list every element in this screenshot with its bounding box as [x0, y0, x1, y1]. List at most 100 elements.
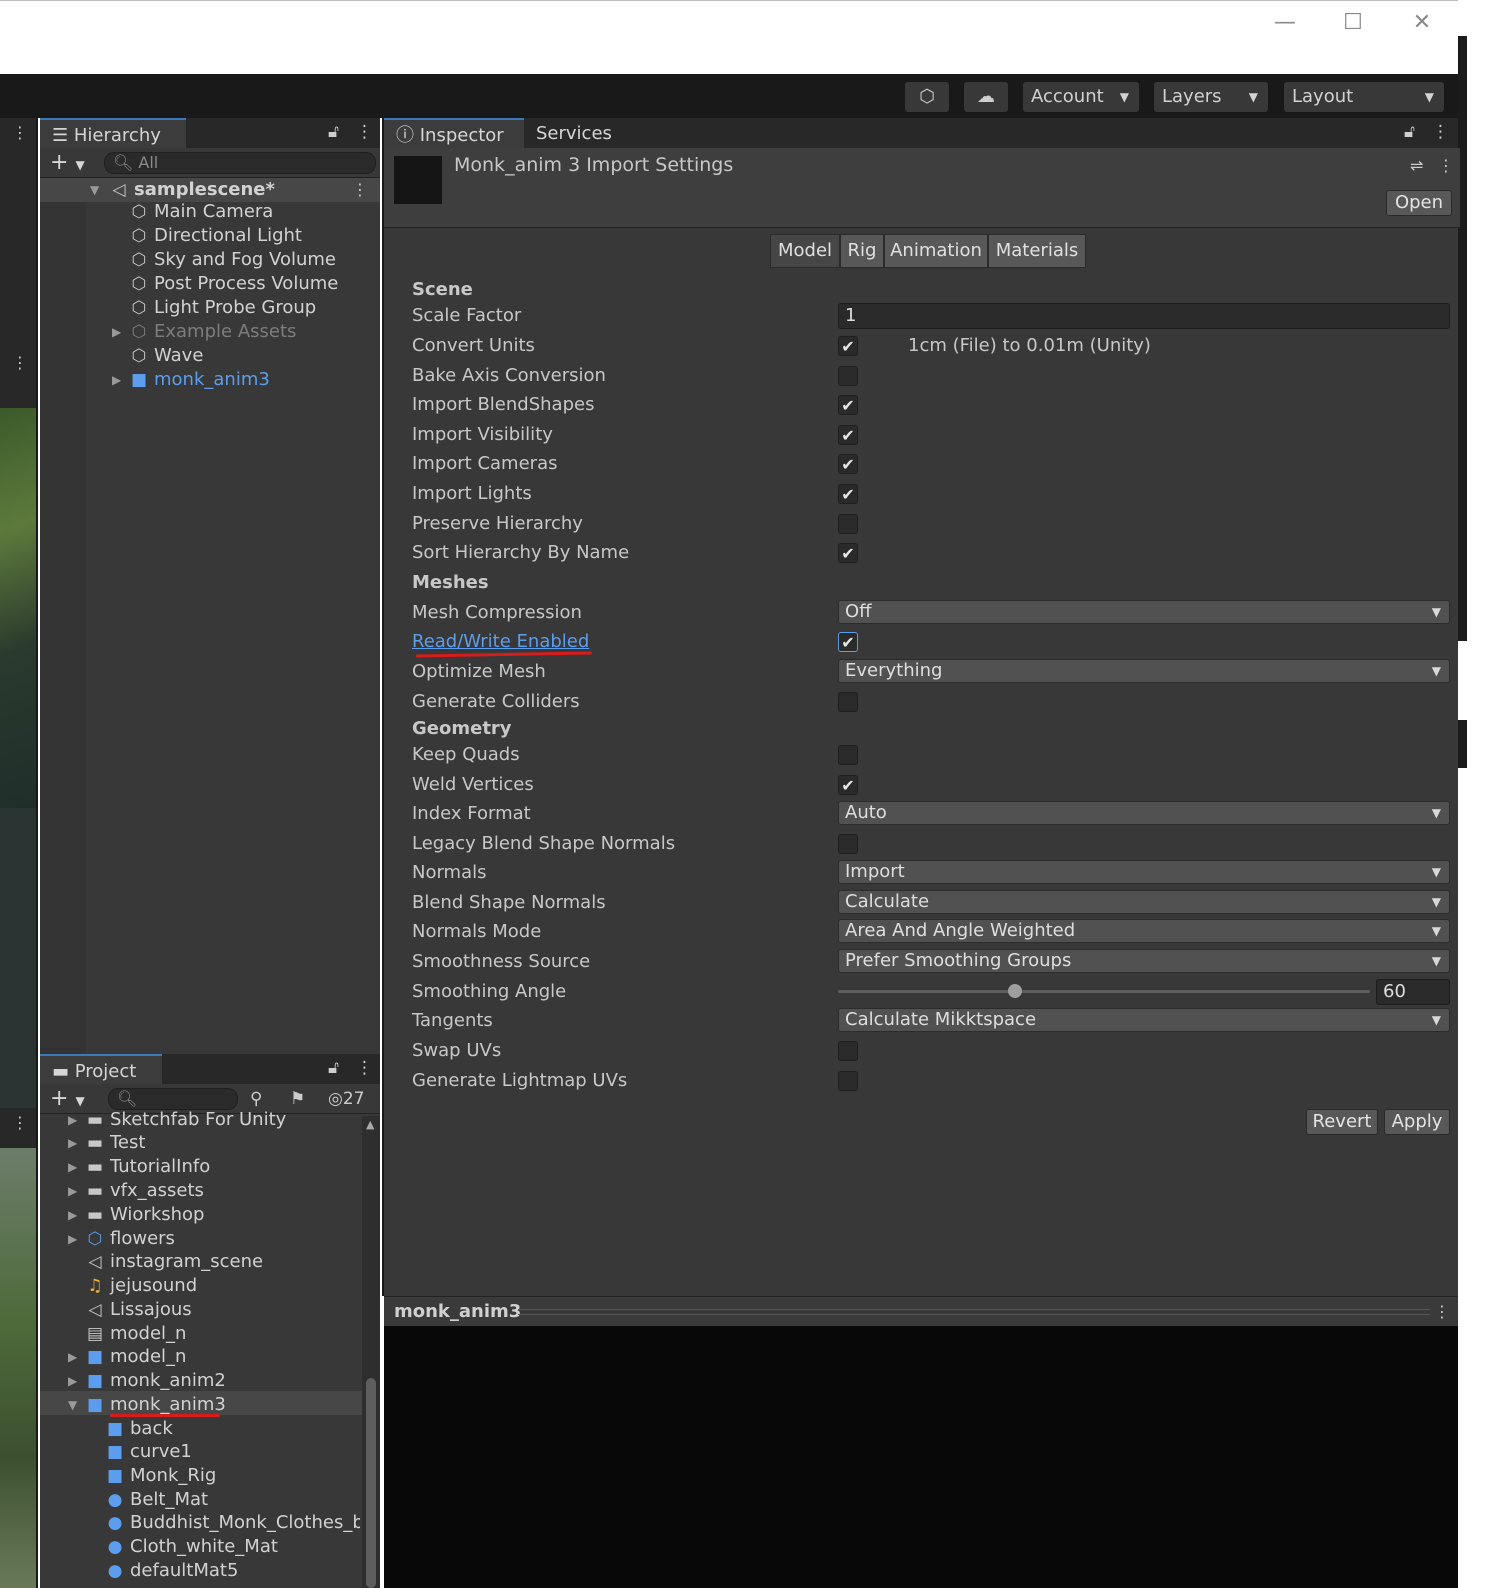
- preview-header[interactable]: monk_anim3 ⋮: [384, 1296, 1458, 1326]
- read-write-checkbox[interactable]: ✔: [838, 632, 858, 652]
- project-item[interactable]: ● Belt_Mat: [104, 1488, 209, 1512]
- hierarchy-item[interactable]: ⬡ Wave: [128, 344, 204, 368]
- more-icon[interactable]: ⋮: [0, 118, 36, 148]
- index-format-dropdown[interactable]: Auto ▼: [838, 801, 1450, 825]
- hierarchy-item[interactable]: ⬡ Post Process Volume: [128, 272, 339, 296]
- more-icon[interactable]: ⋮: [1434, 1297, 1450, 1327]
- smoothing-angle-field[interactable]: 60: [1376, 979, 1450, 1005]
- generate-colliders-checkbox[interactable]: [838, 692, 858, 712]
- tab-materials[interactable]: Materials: [988, 234, 1086, 268]
- minimize-button[interactable]: —: [1262, 7, 1308, 39]
- more-icon[interactable]: ⋮: [356, 122, 373, 142]
- more-icon[interactable]: ⋮: [1438, 156, 1454, 175]
- scroll-up-icon[interactable]: ▲: [366, 1118, 374, 1131]
- hierarchy-item[interactable]: ⬡ Sky and Fog Volume: [128, 248, 336, 272]
- hierarchy-item[interactable]: ⬡ Directional Light: [128, 224, 302, 248]
- hierarchy-item[interactable]: ⬡ Main Camera: [128, 200, 274, 224]
- hierarchy-search-input[interactable]: 🔍︎ All: [104, 152, 376, 174]
- project-item[interactable]: ■ curve1: [104, 1440, 192, 1464]
- preserve-hierarchy-checkbox[interactable]: [838, 514, 858, 534]
- bake-axis-checkbox[interactable]: [838, 366, 858, 386]
- project-item[interactable]: ● Cloth_white_Mat: [104, 1535, 278, 1559]
- convert-units-checkbox[interactable]: ✔: [838, 336, 858, 356]
- tab-services[interactable]: Services: [524, 118, 626, 148]
- account-dropdown[interactable]: Account ▼: [1023, 82, 1139, 112]
- project-item[interactable]: ▬ vfx_assets: [84, 1179, 204, 1203]
- collab-icon[interactable]: ⬡: [905, 82, 949, 112]
- lock-icon[interactable]: 🔓︎: [328, 1058, 339, 1078]
- normals-mode-dropdown[interactable]: Area And Angle Weighted ▼: [838, 919, 1450, 943]
- preview-drag-handle[interactable]: [518, 1309, 1430, 1315]
- preview-viewport[interactable]: [384, 1326, 1458, 1588]
- smoothing-angle-slider[interactable]: [838, 984, 1370, 998]
- smoothness-source-dropdown[interactable]: Prefer Smoothing Groups ▼: [838, 949, 1450, 973]
- optimize-mesh-dropdown[interactable]: Everything ▼: [838, 659, 1450, 683]
- project-item[interactable]: ■ back: [104, 1417, 173, 1441]
- tab-hierarchy[interactable]: ☰ Hierarchy: [40, 118, 186, 148]
- tab-project[interactable]: ▬ Project: [40, 1054, 162, 1084]
- expand-arrow-icon[interactable]: ▶: [112, 368, 121, 392]
- scene-row[interactable]: ▼ ◁ samplescene* ⋮: [40, 178, 380, 202]
- project-item[interactable]: ▬ Sketchfab For Unity: [84, 1108, 286, 1132]
- import-cameras-checkbox[interactable]: ✔: [838, 454, 858, 474]
- tangents-dropdown[interactable]: Calculate Mikktspace ▼: [838, 1008, 1450, 1032]
- blend-shape-normals-dropdown[interactable]: Calculate ▼: [838, 890, 1450, 914]
- project-item[interactable]: ⬡ flowers: [84, 1227, 175, 1251]
- label-tag-icon[interactable]: ⚑: [290, 1084, 305, 1114]
- project-item[interactable]: ▬ Test: [84, 1131, 145, 1155]
- apply-button[interactable]: Apply: [1384, 1109, 1450, 1135]
- import-blendshapes-checkbox[interactable]: ✔: [838, 395, 858, 415]
- scale-factor-field[interactable]: 1: [838, 303, 1450, 329]
- hierarchy-item[interactable]: ⬡ Light Probe Group: [128, 296, 317, 320]
- more-icon[interactable]: ⋮: [0, 348, 36, 378]
- normals-dropdown[interactable]: Import ▼: [838, 860, 1450, 884]
- project-item[interactable]: ◁ Lissajous: [84, 1298, 191, 1322]
- scene-viewport[interactable]: [0, 408, 36, 808]
- more-icon[interactable]: ⋮: [0, 1108, 36, 1138]
- presets-icon[interactable]: ⇌: [1410, 156, 1423, 175]
- expand-arrow-icon[interactable]: ▼: [90, 178, 99, 202]
- open-button[interactable]: Open: [1386, 190, 1452, 216]
- cloud-icon[interactable]: ☁: [964, 82, 1008, 112]
- hierarchy-item[interactable]: ⬡ Example Assets: [128, 320, 297, 344]
- legacy-blend-checkbox[interactable]: [838, 834, 858, 854]
- weld-vertices-checkbox[interactable]: ✔: [838, 775, 858, 795]
- project-item[interactable]: ■ Monk_Rig: [104, 1464, 216, 1488]
- project-search-input[interactable]: 🔍︎: [108, 1088, 238, 1110]
- expand-arrow-icon[interactable]: ▼: [68, 1393, 77, 1417]
- swap-uvs-checkbox[interactable]: [838, 1041, 858, 1061]
- mesh-compression-dropdown[interactable]: Off ▼: [838, 600, 1450, 624]
- layout-dropdown[interactable]: Layout ▼: [1284, 82, 1444, 112]
- create-button[interactable]: + ▼: [50, 148, 85, 180]
- project-item[interactable]: ● Buddhist_Monk_Clothes_bo: [104, 1511, 360, 1535]
- import-visibility-checkbox[interactable]: ✔: [838, 425, 858, 445]
- project-item[interactable]: ♫ jejusound: [84, 1274, 197, 1298]
- project-item[interactable]: ▬ Wiorkshop: [84, 1203, 205, 1227]
- tab-animation[interactable]: Animation: [884, 234, 988, 268]
- project-item[interactable]: ■ monk_anim2: [84, 1369, 226, 1393]
- scroll-thumb[interactable]: [366, 1378, 376, 1588]
- expand-arrow-icon[interactable]: ▶: [112, 320, 121, 344]
- lock-icon[interactable]: 🔓︎: [1404, 122, 1415, 142]
- hierarchy-item[interactable]: ■ monk_anim3: [128, 368, 270, 392]
- project-scrollbar[interactable]: ▲: [362, 1116, 380, 1588]
- import-lights-checkbox[interactable]: ✔: [838, 484, 858, 504]
- tab-inspector[interactable]: ⓘ Inspector: [384, 118, 524, 148]
- project-item[interactable]: ● defaultMat5: [104, 1559, 239, 1579]
- generate-lightmap-uvs-checkbox[interactable]: [838, 1071, 858, 1091]
- tab-model[interactable]: Model: [770, 234, 840, 268]
- project-item[interactable]: ▬ TutorialInfo: [84, 1155, 210, 1179]
- close-button[interactable]: ✕: [1399, 7, 1445, 39]
- lock-icon[interactable]: 🔓︎: [328, 122, 339, 142]
- tab-rig[interactable]: Rig: [840, 234, 884, 268]
- more-icon[interactable]: ⋮: [352, 178, 368, 202]
- more-icon[interactable]: ⋮: [356, 1058, 373, 1078]
- revert-button[interactable]: Revert: [1306, 1109, 1378, 1135]
- sort-hierarchy-checkbox[interactable]: ✔: [838, 543, 858, 563]
- keep-quads-checkbox[interactable]: [838, 745, 858, 765]
- project-item[interactable]: ◁ instagram_scene: [84, 1250, 263, 1274]
- more-icon[interactable]: ⋮: [1432, 122, 1449, 142]
- project-item[interactable]: ■ model_n: [84, 1345, 187, 1369]
- hidden-packages-toggle[interactable]: ◎27: [328, 1084, 364, 1114]
- layers-dropdown[interactable]: Layers ▼: [1154, 82, 1268, 112]
